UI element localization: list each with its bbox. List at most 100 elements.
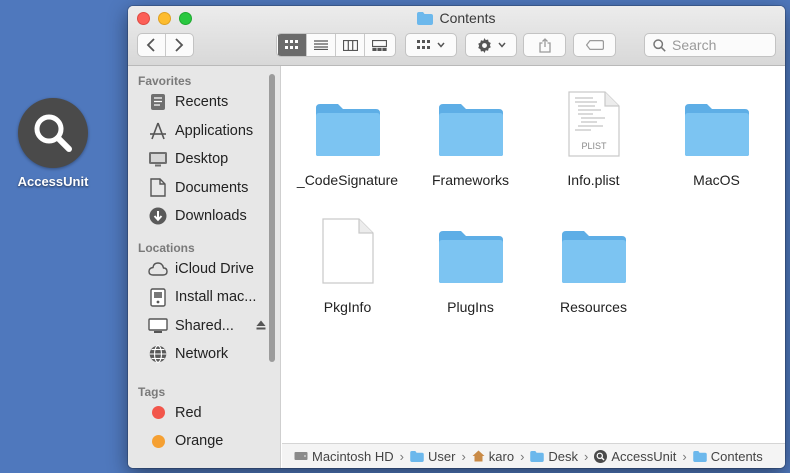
share-button[interactable] <box>523 33 566 57</box>
sidebar-item-applications[interactable]: Applications <box>128 117 280 146</box>
sidebar-item-downloads[interactable]: Downloads <box>128 202 280 231</box>
sidebar-scrollbar[interactable] <box>269 74 275 362</box>
desktop-app-label: AccessUnit <box>17 174 89 189</box>
favorites-header: Favorites <box>138 74 192 88</box>
share-icon <box>538 37 551 53</box>
document-icon <box>148 178 168 198</box>
file-item-frameworks[interactable]: Frameworks <box>409 82 532 188</box>
search-icon <box>653 38 666 52</box>
accessunit-app-icon[interactable] <box>18 98 88 168</box>
path-separator: › <box>399 448 404 464</box>
toolbar: Search <box>137 33 776 57</box>
eject-icon[interactable] <box>256 318 266 334</box>
sidebar-item-install-mac[interactable]: Install mac... <box>128 283 280 312</box>
file-item-macos[interactable]: MacOS <box>655 82 778 188</box>
path-item-label: Contents <box>710 448 763 464</box>
tag-icon <box>585 40 604 50</box>
folder-icon <box>437 209 505 285</box>
sidebar-item-network[interactable]: Network <box>128 340 280 369</box>
back-button[interactable] <box>138 34 166 56</box>
group-by-button[interactable] <box>405 33 457 57</box>
path-item-label: Macintosh HD <box>312 448 394 464</box>
sidebar-tag-orange[interactable]: Orange <box>128 427 280 456</box>
sidebar-item-icloud[interactable]: iCloud Drive <box>128 255 280 284</box>
sidebar-item-label: Orange <box>175 433 224 450</box>
column-view-button[interactable] <box>336 34 365 56</box>
file-item-codesignature[interactable]: _CodeSignature <box>286 82 409 188</box>
file-item-pkginfo[interactable]: PkgInfo <box>286 209 409 315</box>
chevron-down-icon <box>497 42 506 48</box>
download-icon <box>148 206 168 226</box>
svg-text:PLIST: PLIST <box>581 141 607 151</box>
folder-icon <box>437 82 505 158</box>
path-bar: Macintosh HD › User › karo › Desk › Acce… <box>282 443 785 468</box>
folder-icon <box>683 82 751 158</box>
home-icon <box>472 450 485 462</box>
file-name: Info.plist <box>567 172 620 188</box>
path-item-accessunit[interactable]: AccessUnit <box>594 449 676 464</box>
back-forward-control <box>137 33 194 57</box>
forward-button[interactable] <box>166 34 193 56</box>
file-item-info-plist[interactable]: PLIST Info.plist <box>532 82 655 188</box>
window-title-area: Contents <box>128 10 785 26</box>
folder-icon <box>314 82 382 158</box>
list-view-button[interactable] <box>307 34 336 56</box>
sidebar-item-desktop[interactable]: Desktop <box>128 145 280 174</box>
path-separator: › <box>682 448 687 464</box>
file-name: _CodeSignature <box>296 172 399 188</box>
file-name: MacOS <box>693 172 740 188</box>
grid-icon <box>285 40 298 49</box>
tags-button[interactable] <box>573 33 616 57</box>
path-item-desktop[interactable]: Desk <box>530 449 578 464</box>
folder-icon <box>560 209 628 285</box>
orange-tag-icon <box>148 431 168 451</box>
disk-icon <box>148 287 168 307</box>
red-tag-icon <box>148 403 168 423</box>
chevron-left-icon <box>146 38 155 52</box>
file-name: PlugIns <box>447 299 494 315</box>
sidebar-item-label: Red <box>175 404 202 421</box>
harddrive-icon <box>294 452 308 460</box>
desktop-icon <box>148 149 168 169</box>
sidebar-item-documents[interactable]: Documents <box>128 174 280 203</box>
applications-icon <box>148 121 168 141</box>
search-placeholder: Search <box>672 37 717 53</box>
gallery-view-button[interactable] <box>365 34 394 56</box>
sidebar-tag-red[interactable]: Red <box>128 399 280 428</box>
file-item-resources[interactable]: Resources <box>532 209 655 315</box>
search-field[interactable]: Search <box>644 33 776 57</box>
path-item-label: AccessUnit <box>611 448 677 464</box>
path-item-contents[interactable]: Contents <box>692 448 763 464</box>
clock-icon <box>148 92 168 112</box>
action-menu-button[interactable] <box>465 33 517 57</box>
sidebar-item-shared[interactable]: Shared... <box>128 312 280 341</box>
icon-view-button[interactable] <box>278 34 307 56</box>
app-icon <box>594 449 608 463</box>
path-item-users[interactable]: User <box>410 449 455 464</box>
path-item-label: User <box>427 448 456 464</box>
sidebar-item-recents[interactable]: Recents <box>128 88 280 117</box>
path-separator: › <box>520 448 525 464</box>
desktop-app-accessunit[interactable]: AccessUnit <box>8 98 98 189</box>
folder-icon <box>417 11 434 25</box>
file-name: Frameworks <box>431 172 509 188</box>
grid-icon <box>417 40 430 49</box>
path-item-macintosh-hd[interactable]: Macintosh HD <box>294 449 394 464</box>
titlebar: Contents Search <box>128 6 785 66</box>
file-item-plugins[interactable]: PlugIns <box>409 209 532 315</box>
folder-icon <box>692 450 707 462</box>
finder-window: Contents Search Favorites Recents Applic… <box>128 6 785 468</box>
sidebar-item-label: Documents <box>175 179 249 196</box>
locations-header: Locations <box>138 240 195 255</box>
file-browser: _CodeSignature Frameworks PLIST Info.pli… <box>282 66 785 443</box>
sidebar-item-label: Downloads <box>175 208 247 225</box>
display-icon <box>148 316 168 336</box>
list-icon <box>314 40 328 50</box>
chevron-down-icon <box>437 42 445 48</box>
window-title: Contents <box>439 10 496 26</box>
sidebar-item-label: iCloud Drive <box>175 260 254 277</box>
path-item-home[interactable]: karo <box>472 449 514 464</box>
gear-icon <box>477 37 491 53</box>
gallery-icon <box>372 39 387 51</box>
plist-file-icon: PLIST <box>567 82 621 158</box>
